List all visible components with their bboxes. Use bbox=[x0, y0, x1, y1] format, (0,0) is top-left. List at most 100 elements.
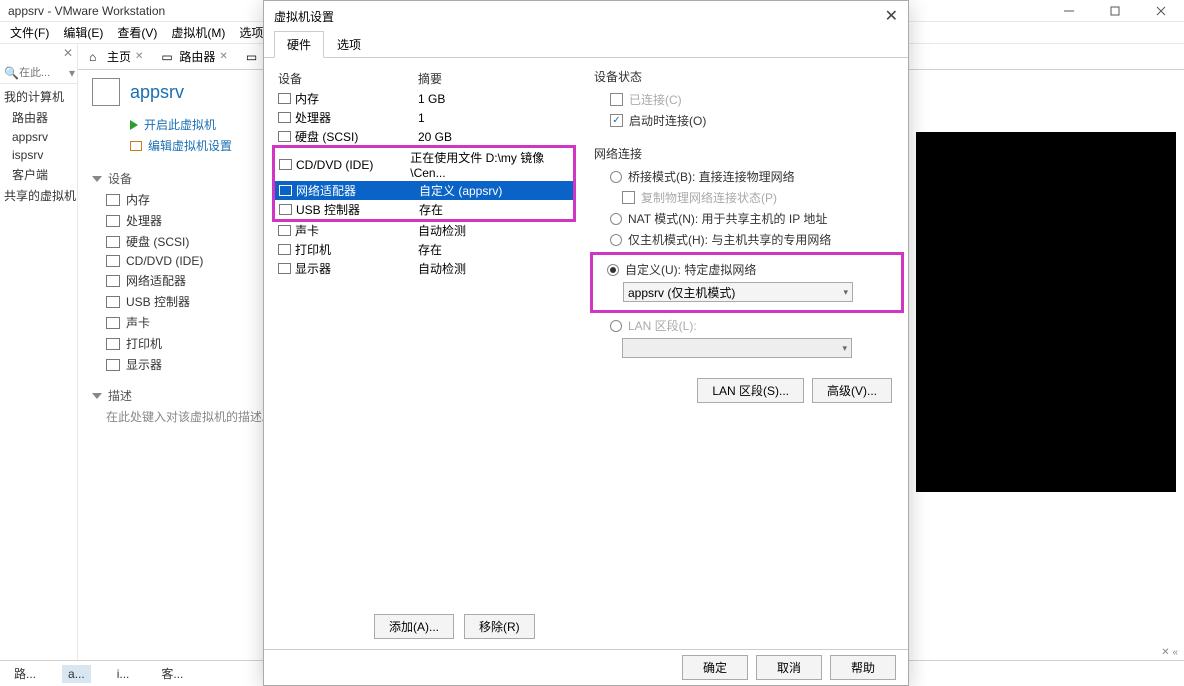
thumb-router[interactable]: 路... bbox=[8, 663, 42, 684]
hostonly-label: 仅主机模式(H): 与主机共享的专用网络 bbox=[628, 231, 831, 248]
replicate-checkbox[interactable] bbox=[622, 191, 635, 204]
help-button[interactable]: 帮助 bbox=[830, 655, 896, 680]
connected-label: 已连接(C) bbox=[629, 91, 682, 108]
sound-icon bbox=[278, 225, 291, 236]
remove-button[interactable]: 移除(R) bbox=[464, 614, 535, 639]
menu-file[interactable]: 文件(F) bbox=[4, 22, 55, 43]
disk-icon bbox=[278, 131, 291, 142]
custom-network-select[interactable]: appsrv (仅主机模式)▾ bbox=[623, 282, 853, 302]
edit-icon bbox=[130, 141, 142, 151]
tree-item-appsrv[interactable]: appsrv bbox=[0, 128, 77, 146]
tab-close-icon[interactable]: ✕ bbox=[219, 51, 227, 62]
bridged-radio[interactable] bbox=[610, 171, 622, 183]
tree-item-ispsrv[interactable]: ispsrv bbox=[0, 146, 77, 164]
search-input[interactable] bbox=[19, 67, 69, 79]
tab-router[interactable]: ▭ 路由器 ✕ bbox=[154, 45, 234, 68]
ok-button[interactable]: 确定 bbox=[682, 655, 748, 680]
minimize-button[interactable] bbox=[1046, 0, 1092, 22]
thumb-ispsrv[interactable]: i... bbox=[111, 665, 136, 683]
connected-checkbox[interactable] bbox=[610, 93, 623, 106]
dropdown-icon[interactable]: ▾ bbox=[69, 66, 75, 80]
edit-settings-label: 编辑虚拟机设置 bbox=[148, 137, 232, 154]
tab-hardware[interactable]: 硬件 bbox=[274, 31, 324, 58]
tree-shared[interactable]: 共享的虚拟机 bbox=[0, 185, 77, 206]
memory-icon bbox=[278, 93, 291, 104]
power-on-label: 开启此虚拟机 bbox=[144, 116, 216, 133]
window-controls bbox=[1046, 0, 1184, 22]
disk-icon bbox=[106, 236, 120, 248]
advanced-button[interactable]: 高级(V)... bbox=[812, 378, 892, 403]
home-icon: ⌂ bbox=[89, 50, 103, 64]
usb-icon bbox=[106, 296, 120, 308]
thumb-appsrv[interactable]: a... bbox=[62, 665, 91, 683]
replicate-label: 复制物理网络连接状态(P) bbox=[641, 189, 777, 206]
custom-highlight: 自定义(U): 特定虚拟网络 appsrv (仅主机模式)▾ bbox=[590, 252, 904, 313]
network-icon bbox=[106, 275, 120, 287]
add-button[interactable]: 添加(A)... bbox=[374, 614, 454, 639]
dialog-close-icon[interactable]: ✕ bbox=[885, 6, 898, 26]
settings-dialog: 虚拟机设置 ✕ 硬件 选项 设备摘要 内存1 GB 处理器1 硬盘 (SCSI)… bbox=[263, 0, 909, 686]
tab-options[interactable]: 选项 bbox=[324, 31, 374, 58]
hw-cpu[interactable]: 处理器1 bbox=[274, 108, 574, 127]
search-row: 🔍 ▾ bbox=[0, 62, 77, 84]
cancel-button[interactable]: 取消 bbox=[756, 655, 822, 680]
menu-edit[interactable]: 编辑(E) bbox=[57, 22, 109, 43]
hostonly-radio[interactable] bbox=[610, 234, 622, 246]
tab-router-label: 路由器 bbox=[179, 48, 215, 65]
sound-icon bbox=[106, 317, 120, 329]
printer-icon bbox=[278, 244, 291, 255]
network-icon bbox=[279, 185, 292, 196]
cd-icon bbox=[279, 159, 292, 170]
thumb-client[interactable]: 客... bbox=[155, 663, 189, 684]
hardware-detail: 设备状态 已连接(C) ✓启动时连接(O) 网络连接 桥接模式(B): 直接连接… bbox=[574, 68, 898, 638]
search-icon: 🔍 bbox=[4, 66, 19, 80]
lan-segments-button[interactable]: LAN 区段(S)... bbox=[697, 378, 804, 403]
thumbbar-close-icon[interactable]: ✕ « bbox=[1161, 647, 1178, 658]
custom-radio[interactable] bbox=[607, 264, 619, 276]
custom-network-value: appsrv (仅主机模式) bbox=[628, 284, 735, 301]
lan-segment-select[interactable]: ▾ bbox=[622, 338, 852, 358]
connect-at-poweron-checkbox[interactable]: ✓ bbox=[610, 114, 623, 127]
chevron-down-icon bbox=[92, 393, 102, 399]
printer-icon bbox=[106, 338, 120, 350]
tree-item-router[interactable]: 路由器 bbox=[0, 107, 77, 128]
chevron-down-icon: ▾ bbox=[842, 343, 847, 354]
tab-home[interactable]: ⌂主页✕ bbox=[82, 45, 150, 68]
menu-vm[interactable]: 虚拟机(M) bbox=[165, 22, 231, 43]
hw-usb[interactable]: USB 控制器存在 bbox=[275, 200, 573, 219]
usb-icon bbox=[279, 204, 292, 215]
hw-display[interactable]: 显示器自动检测 bbox=[274, 259, 574, 278]
hw-printer[interactable]: 打印机存在 bbox=[274, 240, 574, 259]
hw-cd[interactable]: CD/DVD (IDE)正在使用文件 D:\my 镜像\Cen... bbox=[275, 148, 573, 181]
hardware-list: 设备摘要 内存1 GB 处理器1 硬盘 (SCSI)20 GB CD/DVD (… bbox=[274, 68, 574, 638]
display-icon bbox=[278, 263, 291, 274]
panel-close-icon[interactable]: ✕ bbox=[63, 46, 73, 60]
hw-disk[interactable]: 硬盘 (SCSI)20 GB bbox=[274, 127, 574, 146]
bridged-label: 桥接模式(B): 直接连接物理网络 bbox=[628, 168, 795, 185]
menu-view[interactable]: 查看(V) bbox=[111, 22, 163, 43]
tree-item-client[interactable]: 客户端 bbox=[0, 164, 77, 185]
lan-label: LAN 区段(L): bbox=[628, 317, 697, 334]
hw-memory[interactable]: 内存1 GB bbox=[274, 89, 574, 108]
devices-title: 设备 bbox=[108, 170, 132, 187]
tab-close-icon[interactable]: ✕ bbox=[135, 51, 143, 62]
library-tree: 我的计算机 路由器 appsrv ispsrv 客户端 共享的虚拟机 bbox=[0, 84, 77, 208]
lan-radio[interactable] bbox=[610, 320, 622, 332]
cpu-icon bbox=[106, 215, 120, 227]
vm-name: appsrv bbox=[130, 82, 184, 103]
vm-icon: ▭ bbox=[246, 50, 260, 64]
hw-network[interactable]: 网络适配器自定义 (appsrv) bbox=[275, 181, 573, 200]
maximize-button[interactable] bbox=[1092, 0, 1138, 22]
chevron-down-icon bbox=[92, 176, 102, 182]
cpu-icon bbox=[278, 112, 291, 123]
col-device: 设备 bbox=[278, 70, 418, 87]
nat-label: NAT 模式(N): 用于共享主机的 IP 地址 bbox=[628, 210, 827, 227]
hw-sound[interactable]: 声卡自动检测 bbox=[274, 221, 574, 240]
nat-radio[interactable] bbox=[610, 213, 622, 225]
vm-preview bbox=[916, 132, 1176, 492]
vm-icon: ▭ bbox=[161, 50, 175, 64]
close-button[interactable] bbox=[1138, 0, 1184, 22]
connect-at-poweron-label: 启动时连接(O) bbox=[629, 112, 706, 129]
device-state-title: 设备状态 bbox=[594, 68, 898, 89]
tree-root[interactable]: 我的计算机 bbox=[0, 86, 77, 107]
